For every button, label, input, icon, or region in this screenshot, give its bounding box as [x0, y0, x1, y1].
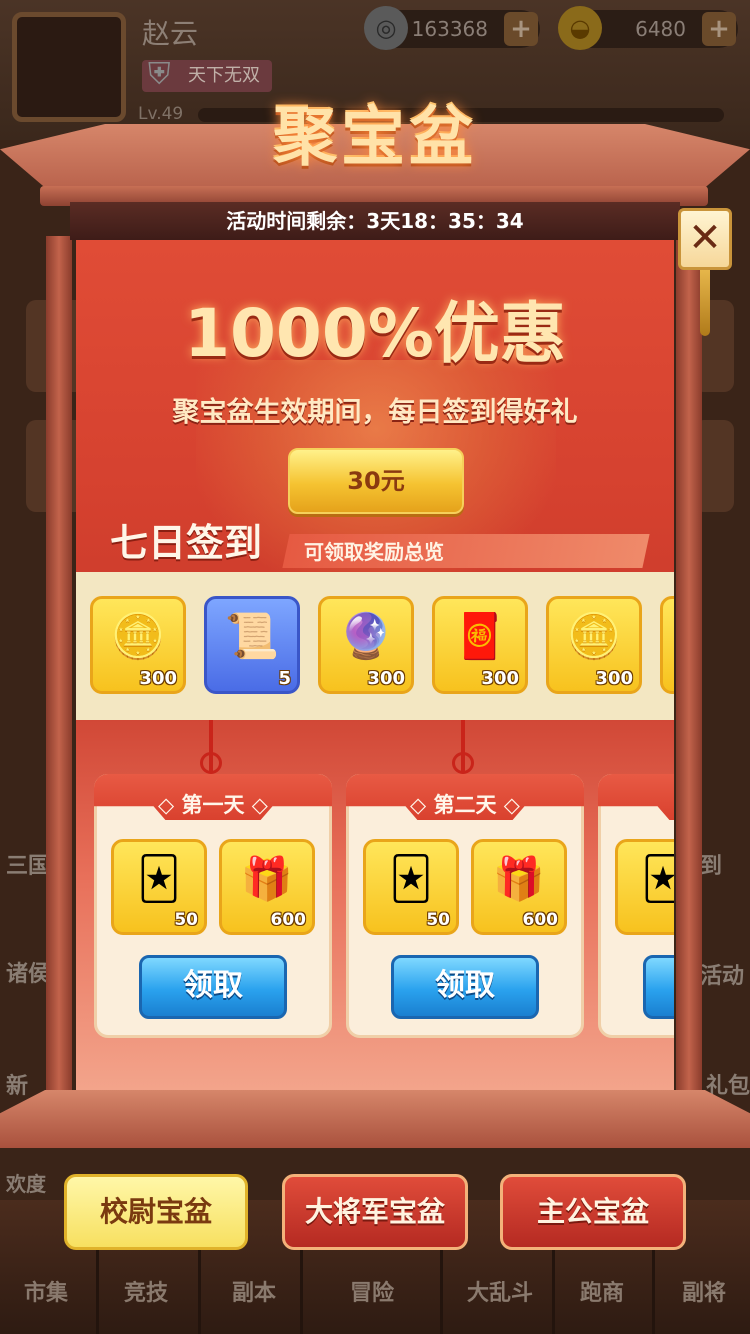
coin-icon: ◎	[364, 6, 408, 50]
purple-orb-icon: 🔮	[338, 611, 394, 662]
reward-count: 50	[174, 910, 198, 930]
player-name: 赵云	[142, 17, 199, 50]
overview-reward-5[interactable]: 🪙 300	[546, 596, 642, 694]
nav-melee[interactable]: 大乱斗	[450, 1275, 550, 1307]
side-label-new[interactable]: 新	[6, 1068, 28, 1100]
day-card-2: ◇ 第二天 ◇ 🃏 50 🎁 600 领取	[346, 774, 584, 1038]
overview-reward-6-partial[interactable]	[660, 596, 674, 694]
purple-card-icon: 🃏	[389, 854, 433, 903]
modal-base-beam	[0, 1090, 750, 1148]
day-title: ◇ 第二天 ◇	[410, 793, 520, 817]
signin-subtitle: 可领取奖励总览	[304, 540, 444, 564]
day-reward-2[interactable]: 🎁 600	[219, 839, 315, 935]
side-label-zhuhou[interactable]: 诸侯	[6, 956, 50, 988]
day-title-text: 第一天	[181, 793, 245, 817]
claim-button[interactable]: 领取	[391, 955, 539, 1019]
reward-count: 50	[426, 910, 450, 930]
speed-scroll-icon: 📜	[224, 611, 280, 662]
gold-ingot-icon: ◒	[558, 6, 602, 50]
purple-card-icon: 🃏	[641, 854, 674, 903]
day-reward-1[interactable]: 🃏 50	[111, 839, 207, 935]
tab-captain-bowl[interactable]: 校尉宝盆	[64, 1174, 248, 1250]
reward-count: 300	[367, 668, 405, 689]
add-gold-button[interactable]: +	[702, 12, 736, 46]
claim-button[interactable]: 领取	[139, 955, 287, 1019]
close-button[interactable]: ✕	[678, 208, 732, 270]
day-reward-1[interactable]: 🃏 50	[363, 839, 459, 935]
reward-count: 300	[481, 668, 519, 689]
gold-value: 6480	[635, 17, 686, 41]
add-coins-button[interactable]: +	[504, 12, 538, 46]
reward-count: 300	[595, 668, 633, 689]
gift-box-icon: 🎁	[492, 854, 546, 903]
modal-panel: 1000%优惠 聚宝盆生效期间，每日签到得好礼 30元 七日签到 可领取奖励总览…	[76, 240, 674, 1090]
modal-title: 聚宝盆	[273, 101, 477, 175]
day-reward-2[interactable]: 🎁 600	[471, 839, 567, 935]
event-timer: 活动时间剩余：3天18：35：34	[70, 202, 680, 240]
reward-count: 300	[139, 668, 177, 689]
reward-count: 600	[522, 910, 559, 930]
tassel-ornament	[700, 270, 710, 336]
day-card-1: ◇ 第一天 ◇ 🃏 50 🎁 600 领取	[94, 774, 332, 1038]
purchase-button[interactable]: 30元	[288, 448, 464, 514]
nav-adventure[interactable]: 冒险	[322, 1275, 422, 1307]
side-label-sanguo[interactable]: 三国	[6, 848, 50, 880]
overview-reward-2[interactable]: 📜 5	[204, 596, 300, 694]
reward-overview-strip[interactable]: 🪙 300 📜 5 🔮 300 🧧 300 🪙 300	[76, 572, 674, 720]
purple-card-icon: 🃏	[137, 854, 181, 903]
red-token-icon: 🧧	[452, 611, 508, 662]
side-label-activity[interactable]: 活动	[700, 958, 744, 990]
seven-day-signin-banner: 七日签到 可领取奖励总览	[106, 518, 650, 568]
coin-value: 163368	[411, 17, 488, 41]
promo-subtitle: 聚宝盆生效期间，每日签到得好礼	[172, 397, 578, 428]
day-card-header	[598, 774, 674, 820]
nav-arena[interactable]: 竞技	[96, 1275, 196, 1307]
promo-title: 1000%优惠	[184, 295, 566, 372]
gold-counter: ◒ 6480 +	[558, 6, 738, 50]
nav-trade[interactable]: 跑商	[552, 1275, 652, 1307]
reward-count: 600	[270, 910, 307, 930]
signin-title: 七日签到	[110, 521, 263, 565]
day-reward-1[interactable]: 🃏	[615, 839, 674, 935]
overview-reward-4[interactable]: 🧧 300	[432, 596, 528, 694]
left-pillar	[46, 236, 72, 1112]
nav-market[interactable]: 市集	[0, 1275, 96, 1307]
side-label-signin[interactable]: 到	[700, 848, 722, 880]
gift-box-icon: 🎁	[240, 854, 294, 903]
day-title: ◇ 第一天 ◇	[158, 793, 268, 817]
day-card-3-partial: 🃏	[598, 774, 674, 1038]
tab-lord-bowl[interactable]: 主公宝盆	[500, 1174, 686, 1250]
day-title-text: 第二天	[433, 793, 497, 817]
gold-ingot-icon: 🪙	[566, 611, 622, 662]
right-pillar	[676, 236, 702, 1112]
coin-counter: ◎ 163368 +	[364, 6, 540, 50]
overview-reward-1[interactable]: 🪙 300	[90, 596, 186, 694]
reward-count: 5	[278, 668, 291, 689]
nav-vice-general[interactable]: 副将	[654, 1275, 750, 1307]
tab-general-bowl[interactable]: 大将军宝盆	[282, 1174, 468, 1250]
claim-button-partial[interactable]	[643, 955, 674, 1019]
side-label-celebrate[interactable]: 欢度	[6, 1168, 46, 1197]
rank-badge-label: 天下无双	[188, 65, 260, 86]
gold-ingot-icon: 🪙	[110, 611, 166, 662]
overview-reward-3[interactable]: 🔮 300	[318, 596, 414, 694]
nav-dungeon[interactable]: 副本	[204, 1275, 304, 1307]
